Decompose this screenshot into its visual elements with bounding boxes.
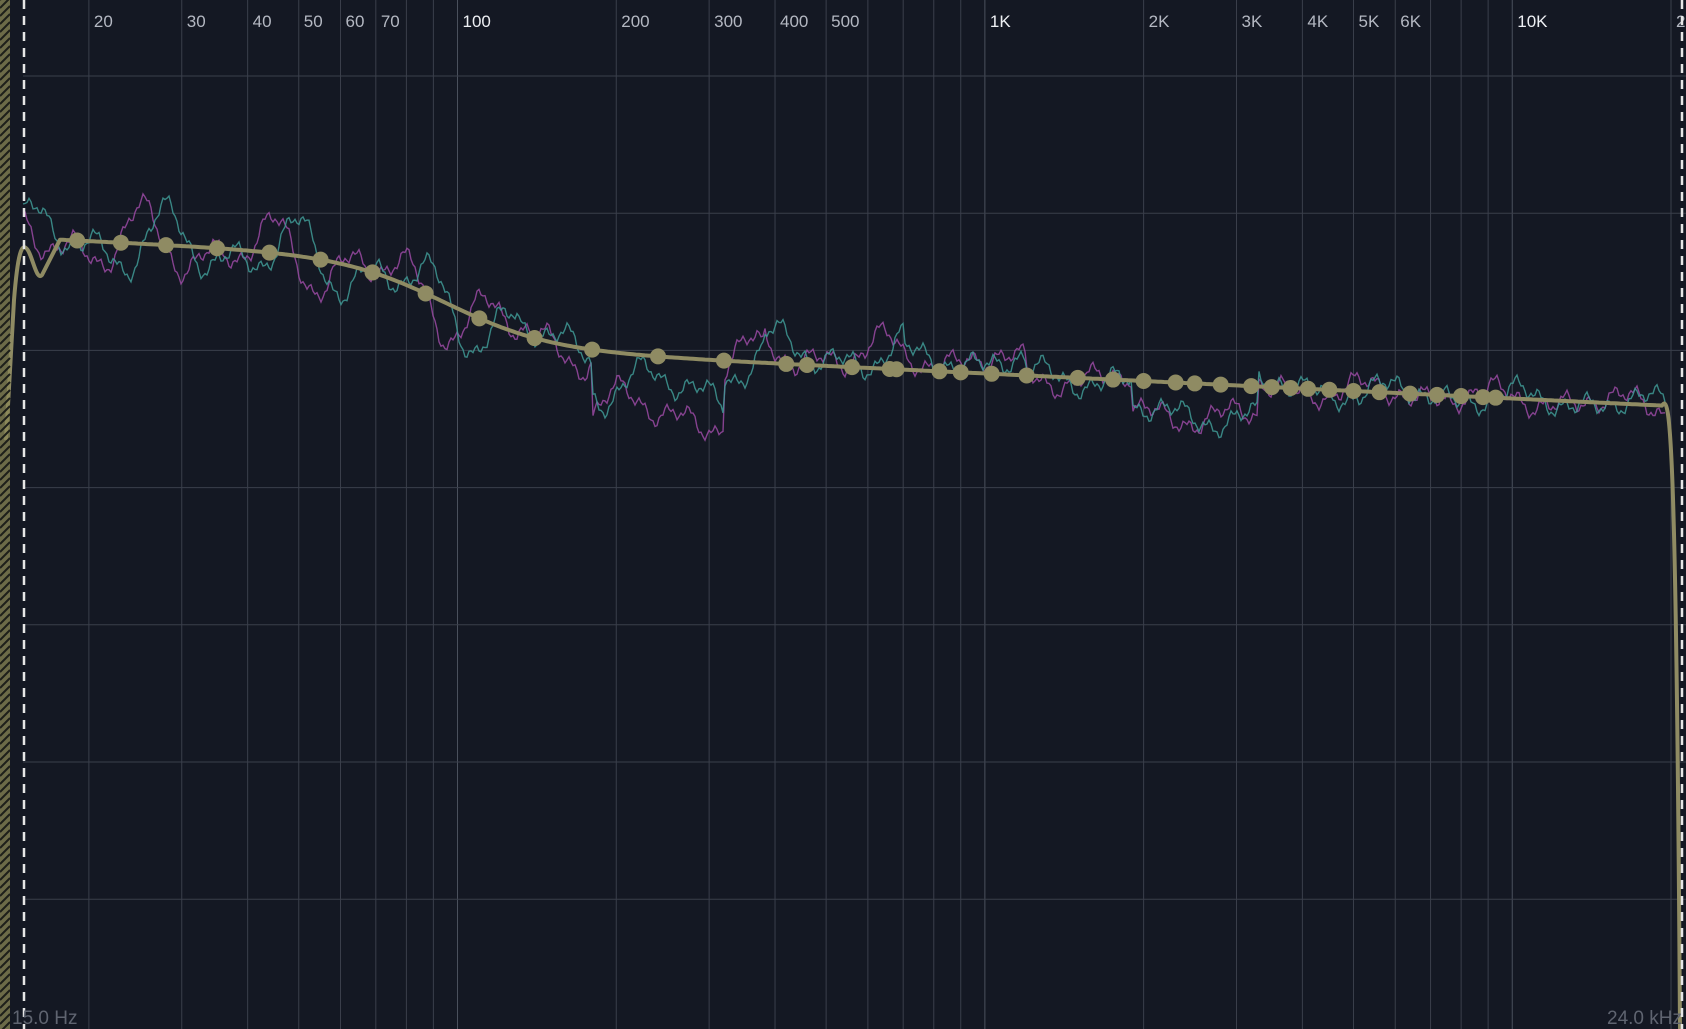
freq-tick-label: 50 (304, 12, 323, 31)
eq-node[interactable] (1371, 384, 1388, 401)
eq-node[interactable] (1282, 379, 1299, 396)
freq-tick-label: 400 (780, 12, 808, 31)
eq-node[interactable] (778, 355, 795, 372)
measurement-trace-right (22, 194, 1666, 439)
level-gridlines (23, 75, 1686, 900)
eq-node[interactable] (799, 356, 816, 373)
freq-tick-label: 3K (1241, 12, 1262, 31)
eq-node[interactable] (1069, 369, 1086, 386)
eq-node[interactable] (1345, 382, 1362, 399)
eq-node[interactable] (952, 364, 969, 381)
eq-node[interactable] (983, 365, 1000, 382)
eq-node[interactable] (1263, 379, 1280, 396)
high-range-label: 24.0 kHz (1607, 1008, 1682, 1029)
eq-node[interactable] (1186, 375, 1203, 392)
eq-node[interactable] (157, 237, 174, 254)
eq-node[interactable] (312, 251, 329, 268)
freq-tick-label: 70 (381, 12, 400, 31)
eq-node[interactable] (417, 285, 434, 302)
freq-tick-label: 300 (714, 12, 742, 31)
measurement-traces (22, 192, 1666, 442)
eq-node[interactable] (931, 363, 948, 380)
eq-node[interactable] (715, 352, 732, 369)
freq-tick-label: 40 (253, 12, 272, 31)
eq-node-group[interactable] (69, 232, 1504, 406)
freq-tick-label: 20 (94, 12, 113, 31)
eq-node[interactable] (650, 348, 667, 365)
eq-curve-layer (4, 237, 1682, 1029)
eq-node[interactable] (1487, 389, 1504, 406)
eq-node[interactable] (584, 341, 601, 358)
low-range-label: 15.0 Hz (12, 1008, 77, 1029)
freq-tick-label: 2K (1149, 12, 1170, 31)
eq-node[interactable] (1321, 381, 1338, 398)
eq-node[interactable] (1300, 380, 1317, 397)
eq-curve (4, 237, 1682, 1029)
eq-node[interactable] (209, 240, 226, 257)
eq-node[interactable] (1167, 374, 1184, 391)
eq-node[interactable] (364, 264, 381, 281)
eq-node[interactable] (1212, 376, 1229, 393)
eq-node[interactable] (471, 310, 488, 327)
freq-tick-label: 30 (187, 12, 206, 31)
eq-node[interactable] (1135, 372, 1152, 389)
freq-tick-label: 100 (463, 12, 491, 31)
freq-tick-label: 200 (621, 12, 649, 31)
freq-tick-label: 500 (831, 12, 859, 31)
freq-tick-label: 6K (1400, 12, 1421, 31)
eq-node[interactable] (261, 244, 278, 261)
eq-node[interactable] (1018, 367, 1035, 384)
eq-node[interactable] (1429, 386, 1446, 403)
eq-node[interactable] (112, 234, 129, 251)
frequency-response-graph[interactable]: 20 30 40 50 60 70 100 200 300 400 500 1K 2K 3K 4K 5K 6K 1… (0, 0, 1686, 1029)
frequency-gridlines (88, 0, 1672, 1029)
eq-node[interactable] (1402, 385, 1419, 402)
freq-tick-label: 4K (1307, 12, 1328, 31)
freq-tick-label: 5K (1358, 12, 1379, 31)
freq-tick-label: 1K (990, 12, 1011, 31)
eq-node[interactable] (844, 359, 861, 376)
eq-editor: 20 30 40 50 60 70 100 200 300 400 500 1K 2K 3K 4K 5K 6K 1… (0, 0, 1686, 1029)
frequency-tick-labels: 20 30 40 50 60 70 100 200 300 400 500 1K 2K 3K 4K 5K 6K 1… (94, 12, 1686, 31)
freq-tick-label: 10K (1517, 12, 1548, 31)
eq-node[interactable] (69, 232, 86, 249)
measurement-trace-left (22, 192, 1666, 442)
eq-node[interactable] (526, 330, 543, 347)
range-handles[interactable] (0, 0, 1684, 1029)
eq-node[interactable] (888, 361, 905, 378)
eq-node[interactable] (1105, 371, 1122, 388)
eq-node[interactable] (1453, 388, 1470, 405)
freq-tick-label: 60 (346, 12, 365, 31)
eq-node[interactable] (1243, 378, 1260, 395)
